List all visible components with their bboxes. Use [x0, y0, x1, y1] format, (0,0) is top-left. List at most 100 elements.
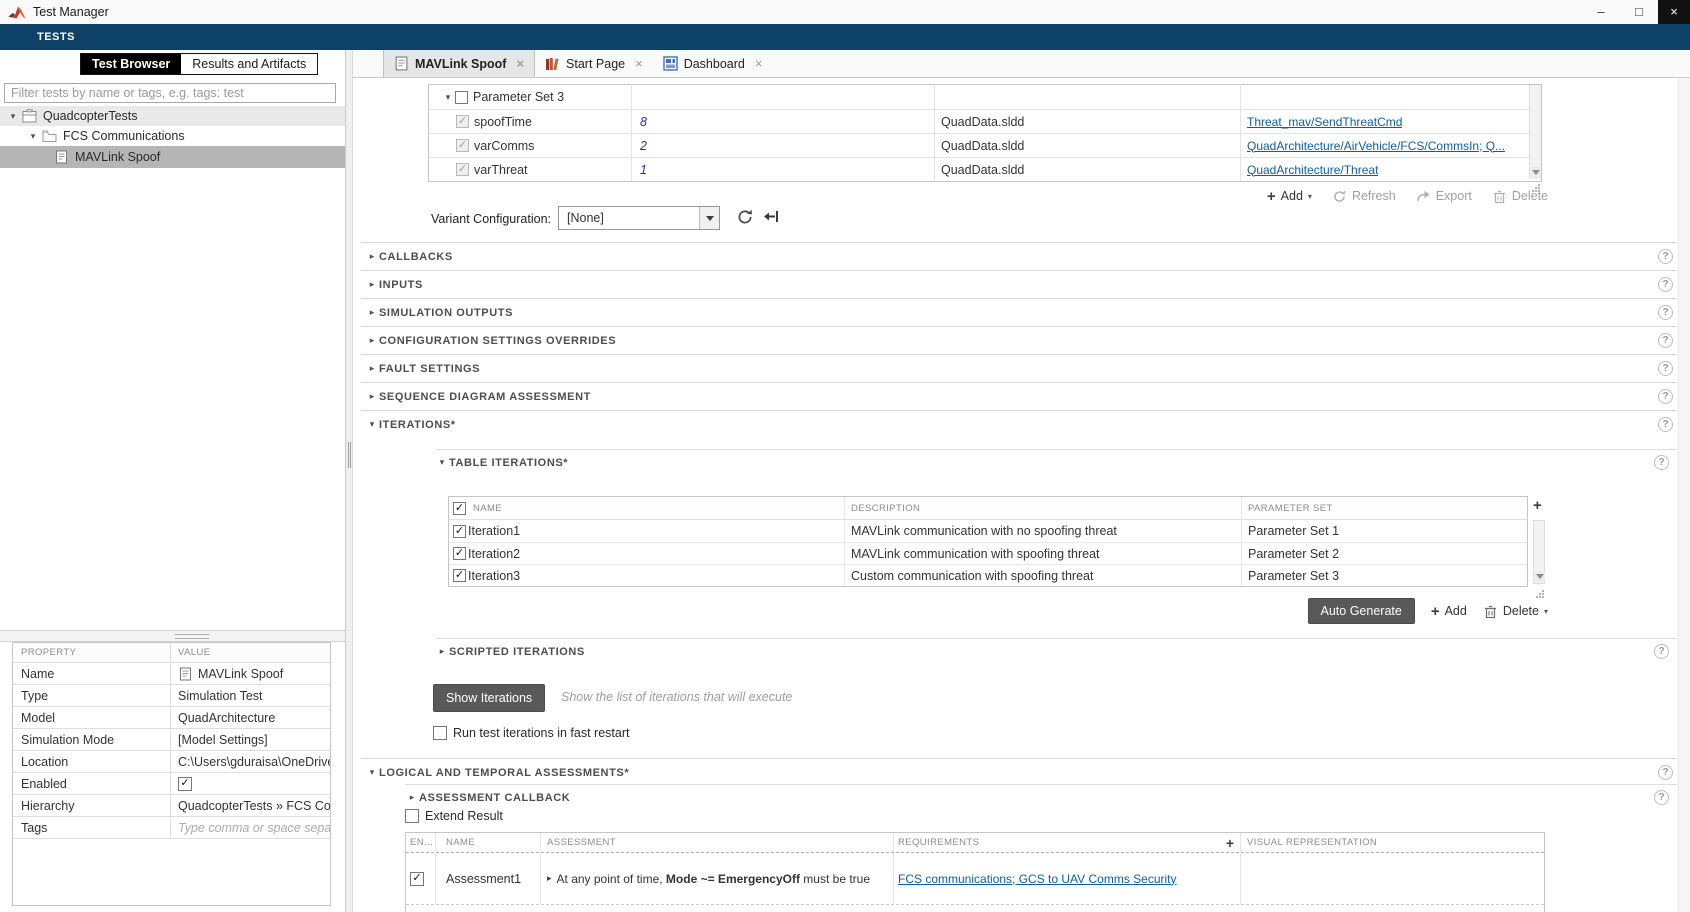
help-icon[interactable]: ? — [1654, 455, 1669, 470]
parameter-set-checkbox[interactable] — [455, 91, 468, 104]
scroll-down-button[interactable] — [1531, 167, 1541, 178]
location-value[interactable]: C:\Users\gduraisa\OneDrive... — [171, 751, 330, 772]
iteration-row-2[interactable]: ✓ Iteration2 MAVLink communication with … — [449, 542, 1527, 564]
vertical-splitter[interactable] — [346, 50, 353, 912]
subsection-table-iterations[interactable]: ▾ TABLE ITERATIONS* ? — [435, 449, 1677, 475]
iteration-row-3[interactable]: ✓ Iteration3 Custom communication with s… — [449, 564, 1527, 586]
variant-configuration-select[interactable]: [None] — [558, 206, 720, 230]
chevron-right-icon: ▸ — [405, 792, 419, 803]
filter-tests-input[interactable] — [4, 83, 336, 103]
subsection-assessment-callback[interactable]: ▸ ASSESSMENT CALLBACK ? — [405, 784, 1677, 810]
parameter-table-scrollbar[interactable] — [1529, 85, 1541, 179]
help-icon[interactable]: ? — [1658, 277, 1673, 292]
help-icon[interactable]: ? — [1658, 305, 1673, 320]
simulation-mode-value[interactable]: [Model Settings] — [171, 729, 330, 750]
iteration-checkbox[interactable]: ✓ — [453, 547, 466, 560]
maximize-button[interactable]: □ — [1620, 0, 1658, 24]
fast-restart-checkbox[interactable] — [433, 726, 447, 740]
section-logical-temporal-assessments[interactable]: ▾ LOGICAL AND TEMPORAL ASSESSMENTS* ? — [361, 758, 1677, 786]
section-sequence-diagram-assessment[interactable]: ▸ SEQUENCE DIAGRAM ASSESSMENT ? — [361, 382, 1677, 410]
check-icon: ✓ — [455, 526, 464, 537]
tree-item-fcs-communications[interactable]: ▾ FCS Communications — [0, 126, 345, 146]
tab-test-browser[interactable]: Test Browser — [81, 54, 181, 74]
add-iteration-button[interactable]: + Add — [1431, 604, 1467, 619]
tab-dashboard[interactable]: Dashboard × — [653, 50, 773, 77]
requirements-link[interactable]: FCS communications; GCS to UAV Comms Sec… — [898, 872, 1177, 886]
model-element-link[interactable]: Threat_mav/SendThreatCmd — [1247, 115, 1402, 129]
export-parameters-button[interactable]: Export — [1416, 189, 1472, 204]
help-icon[interactable]: ? — [1658, 249, 1673, 264]
help-icon[interactable]: ? — [1654, 644, 1669, 659]
iterations-table-scrollbar[interactable] — [1533, 520, 1545, 584]
close-button[interactable]: × — [1658, 0, 1690, 24]
chevron-down-icon[interactable]: ▾ — [441, 92, 455, 103]
delete-parameter-button[interactable]: Delete — [1492, 189, 1548, 204]
parameter-value[interactable]: 1 — [640, 163, 647, 177]
chevron-down-icon[interactable]: ▾ — [26, 131, 40, 142]
parameter-row-varthreat[interactable]: ✓ varThreat 1 QuadData.sldd QuadArchitec… — [429, 157, 1541, 181]
add-iteration-column-icon[interactable]: + — [1533, 498, 1542, 513]
property-value-text: [Model Settings] — [178, 733, 268, 747]
add-parameter-button[interactable]: + Add ▾ — [1267, 189, 1312, 204]
help-icon[interactable]: ? — [1658, 417, 1673, 432]
help-icon[interactable]: ? — [1654, 790, 1669, 805]
parameter-row-spooftime[interactable]: ✓ spoofTime 8 QuadData.sldd Threat_mav/S… — [429, 109, 1541, 133]
help-icon[interactable]: ? — [1658, 333, 1673, 348]
parameter-group-row[interactable]: ▾ Parameter Set 3 — [429, 85, 1541, 109]
tab-results-and-artifacts[interactable]: Results and Artifacts — [181, 54, 317, 74]
refresh-variant-icon[interactable] — [736, 208, 754, 226]
close-icon[interactable]: × — [755, 56, 763, 71]
chevron-right-icon[interactable]: ▸ — [547, 873, 552, 884]
iteration-checkbox[interactable]: ✓ — [453, 569, 466, 582]
tab-mavlink-spoof[interactable]: MAVLink Spoof × — [383, 50, 535, 77]
select-all-iterations-checkbox[interactable]: ✓ — [453, 502, 466, 515]
assessment-row-1[interactable]: ✓ Assessment1 ▸ At any point of time, Mo… — [406, 853, 1544, 905]
dropdown-button[interactable] — [699, 207, 719, 229]
model-element-link[interactable]: QuadArchitecture/Threat — [1247, 163, 1378, 177]
enabled-checkbox[interactable]: ✓ — [178, 777, 192, 791]
model-element-link[interactable]: QuadArchitecture/AirVehicle/FCS/CommsIn;… — [1247, 139, 1505, 153]
tags-value[interactable]: Type comma or space separat... — [171, 817, 330, 838]
chevron-down-icon[interactable]: ▾ — [6, 111, 20, 122]
type-value[interactable]: Simulation Test — [171, 685, 330, 706]
tree-item-quadcoptertests[interactable]: ▾ QuadcopterTests — [0, 106, 345, 126]
model-value[interactable]: QuadArchitecture — [171, 707, 330, 728]
close-icon[interactable]: × — [516, 56, 524, 71]
scroll-down-button[interactable] — [1535, 571, 1545, 582]
iteration-row-1[interactable]: ✓ Iteration1 MAVLink communication with … — [449, 520, 1527, 542]
parameter-row-varcomms[interactable]: ✓ varComms 2 QuadData.sldd QuadArchitect… — [429, 133, 1541, 157]
vertical-scrollbar[interactable] — [1678, 78, 1690, 912]
tree-item-mavlink-spoof-selected[interactable]: MAVLink Spoof — [0, 146, 345, 168]
horizontal-splitter[interactable] — [0, 630, 345, 642]
auto-generate-button[interactable]: Auto Generate — [1308, 598, 1415, 624]
minimize-button[interactable]: – — [1582, 0, 1620, 24]
name-value[interactable]: MAVLink Spoof — [171, 663, 330, 684]
delete-iteration-button[interactable]: Delete ▾ — [1483, 604, 1548, 619]
refresh-parameters-button[interactable]: Refresh — [1332, 189, 1396, 204]
property-value-text: QuadcopterTests » FCS Co... — [178, 799, 330, 813]
section-fault-settings[interactable]: ▸ FAULT SETTINGS ? — [361, 354, 1677, 382]
ribbon-tab-tests[interactable]: TESTS — [37, 24, 75, 50]
section-callbacks[interactable]: ▸ CALLBACKS ? — [361, 242, 1677, 270]
tab-start-page[interactable]: Start Page × — [535, 50, 653, 77]
help-icon[interactable]: ? — [1658, 361, 1673, 376]
parameter-value[interactable]: 2 — [640, 139, 647, 153]
main-area: MAVLink Spoof × Start Page × Dashboard × — [353, 50, 1690, 912]
section-configuration-settings-overrides[interactable]: ▸ CONFIGURATION SETTINGS OVERRIDES ? — [361, 326, 1677, 354]
iteration-checkbox[interactable]: ✓ — [453, 525, 466, 538]
show-iterations-button[interactable]: Show Iterations — [433, 684, 545, 712]
subsection-scripted-iterations[interactable]: ▸ SCRIPTED ITERATIONS ? — [435, 638, 1677, 664]
go-to-model-icon[interactable] — [763, 209, 779, 225]
parameter-value[interactable]: 8 — [640, 115, 647, 129]
section-label: SEQUENCE DIAGRAM ASSESSMENT — [379, 391, 591, 403]
extend-result-checkbox[interactable] — [405, 809, 419, 823]
help-icon[interactable]: ? — [1658, 389, 1673, 404]
help-icon[interactable]: ? — [1658, 765, 1673, 780]
section-simulation-outputs[interactable]: ▸ SIMULATION OUTPUTS ? — [361, 298, 1677, 326]
section-iterations[interactable]: ▾ ITERATIONS* ? — [361, 410, 1677, 438]
close-icon[interactable]: × — [635, 56, 643, 71]
section-inputs[interactable]: ▸ INPUTS ? — [361, 270, 1677, 298]
add-assessment-icon[interactable]: + — [1226, 835, 1234, 851]
assessment-checkbox[interactable]: ✓ — [410, 872, 424, 886]
property-label: Hierarchy — [13, 795, 171, 816]
